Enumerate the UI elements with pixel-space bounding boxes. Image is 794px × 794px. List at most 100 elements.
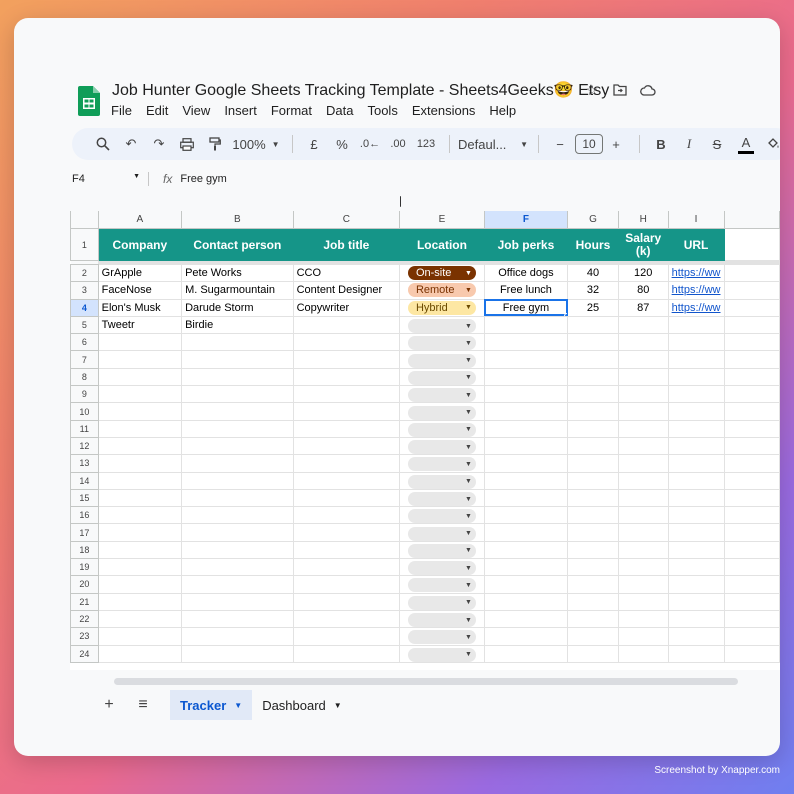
location-dropdown-chip[interactable]: Remote ▼ bbox=[407, 283, 476, 298]
empty-cell[interactable] bbox=[181, 540, 294, 560]
empty-cell[interactable] bbox=[292, 558, 401, 577]
empty-cell[interactable] bbox=[567, 558, 619, 577]
empty-cell[interactable] bbox=[667, 644, 725, 663]
location-dropdown-chip[interactable]: ▼ bbox=[407, 405, 476, 420]
location-cell[interactable]: ▼ bbox=[399, 540, 485, 560]
row-header[interactable]: 2 bbox=[70, 263, 99, 283]
location-dropdown-chip[interactable]: On-site ▼ bbox=[407, 266, 476, 281]
empty-cell[interactable] bbox=[617, 471, 669, 490]
empty-cell[interactable] bbox=[567, 506, 619, 525]
empty-cell[interactable] bbox=[667, 558, 725, 577]
menu-data[interactable]: Data bbox=[326, 103, 353, 118]
empty-cell[interactable] bbox=[97, 385, 183, 404]
empty-cell[interactable] bbox=[97, 350, 183, 369]
location-dropdown-chip[interactable]: Hybrid ▼ bbox=[407, 300, 476, 315]
sheets-logo-icon[interactable] bbox=[78, 86, 100, 116]
empty-cell[interactable] bbox=[292, 436, 401, 456]
empty-cell[interactable] bbox=[292, 367, 401, 387]
empty-cell[interactable] bbox=[181, 644, 294, 663]
empty-cell[interactable] bbox=[723, 385, 780, 404]
column-header-g[interactable]: G bbox=[567, 210, 619, 229]
hours-cell[interactable]: 25 bbox=[567, 298, 619, 317]
location-cell[interactable]: ▼ bbox=[399, 385, 485, 404]
empty-cell[interactable] bbox=[567, 402, 619, 421]
row-header[interactable]: 23 bbox=[70, 627, 99, 646]
empty-cell[interactable] bbox=[292, 488, 401, 508]
empty-cell[interactable] bbox=[483, 540, 569, 560]
empty-cell[interactable] bbox=[723, 419, 780, 438]
empty-cell[interactable] bbox=[723, 315, 780, 335]
empty-cell[interactable] bbox=[667, 419, 725, 438]
text-color-button[interactable]: A bbox=[738, 134, 754, 154]
menu-format[interactable]: Format bbox=[271, 103, 312, 118]
empty-cell[interactable] bbox=[483, 385, 569, 404]
company-cell[interactable]: Elon's Musk bbox=[97, 298, 183, 317]
font-size-input[interactable]: 10 bbox=[575, 134, 603, 154]
empty-cell[interactable] bbox=[181, 592, 294, 611]
empty-cell[interactable] bbox=[667, 436, 725, 456]
empty-cell[interactable] bbox=[181, 419, 294, 438]
header-url[interactable]: URL bbox=[667, 228, 725, 261]
search-menus-icon[interactable] bbox=[90, 132, 116, 156]
column-header-j[interactable] bbox=[723, 210, 780, 229]
empty-cell[interactable] bbox=[723, 558, 780, 577]
empty-cell[interactable] bbox=[723, 523, 780, 542]
spreadsheet-grid[interactable]: + A B C E F G H I 1 Company Contact pers… bbox=[70, 190, 780, 670]
empty-cell[interactable] bbox=[567, 644, 619, 663]
empty-cell[interactable] bbox=[723, 281, 780, 300]
row-header[interactable]: 11 bbox=[70, 419, 99, 438]
empty-cell[interactable] bbox=[617, 644, 669, 663]
empty-cell[interactable] bbox=[292, 402, 401, 421]
location-cell[interactable]: ▼ bbox=[399, 506, 485, 525]
empty-cell[interactable] bbox=[181, 402, 294, 421]
column-header-f[interactable]: F bbox=[483, 210, 569, 229]
empty-cell[interactable] bbox=[617, 333, 669, 352]
header-job-perks[interactable]: Job perks bbox=[483, 228, 569, 261]
currency-format-button[interactable]: £ bbox=[301, 132, 327, 156]
empty-cell[interactable] bbox=[181, 627, 294, 646]
empty-cell[interactable] bbox=[567, 333, 619, 352]
empty-cell[interactable] bbox=[292, 333, 401, 352]
empty-cell[interactable] bbox=[292, 385, 401, 404]
empty-cell[interactable] bbox=[97, 592, 183, 611]
location-cell[interactable]: ▼ bbox=[399, 436, 485, 456]
empty-cell[interactable] bbox=[181, 558, 294, 577]
url-link[interactable]: https://ww bbox=[667, 281, 725, 300]
empty-cell[interactable] bbox=[667, 609, 725, 629]
fill-handle[interactable] bbox=[564, 312, 567, 316]
contact-cell[interactable]: M. Sugarmountain bbox=[181, 281, 294, 300]
location-cell[interactable]: ▼ bbox=[399, 558, 485, 577]
row-header[interactable]: 4 bbox=[70, 298, 99, 317]
empty-cell[interactable] bbox=[97, 575, 183, 594]
empty-cell[interactable] bbox=[667, 350, 725, 369]
undo-icon[interactable]: ↶ bbox=[118, 132, 144, 156]
empty-cell[interactable] bbox=[667, 333, 725, 352]
empty-cell[interactable] bbox=[483, 644, 569, 663]
empty-cell[interactable] bbox=[723, 609, 780, 629]
empty-cell[interactable] bbox=[667, 367, 725, 387]
empty-cell[interactable] bbox=[483, 575, 569, 594]
url-link[interactable] bbox=[667, 315, 725, 335]
empty-cell[interactable] bbox=[181, 454, 294, 473]
empty-cell[interactable] bbox=[723, 436, 780, 456]
location-cell[interactable]: Hybrid ▼ bbox=[399, 298, 485, 317]
empty-cell[interactable] bbox=[292, 506, 401, 525]
expand-group-icon[interactable]: + bbox=[400, 195, 402, 207]
job-perks-cell[interactable] bbox=[483, 315, 569, 335]
empty-cell[interactable] bbox=[292, 644, 401, 663]
empty-cell[interactable] bbox=[181, 488, 294, 508]
url-link[interactable]: https://ww bbox=[667, 263, 725, 283]
job-title-cell[interactable]: CCO bbox=[292, 263, 401, 283]
empty-cell[interactable] bbox=[617, 592, 669, 611]
empty-cell[interactable] bbox=[483, 402, 569, 421]
location-dropdown-chip[interactable]: ▼ bbox=[407, 526, 476, 541]
cloud-status-icon[interactable] bbox=[640, 82, 656, 98]
empty-cell[interactable] bbox=[97, 436, 183, 456]
empty-cell[interactable] bbox=[567, 592, 619, 611]
strikethrough-icon[interactable]: S bbox=[704, 132, 730, 156]
empty-cell[interactable] bbox=[567, 540, 619, 560]
empty-cell[interactable] bbox=[483, 609, 569, 629]
empty-cell[interactable] bbox=[723, 402, 780, 421]
empty-cell[interactable] bbox=[667, 385, 725, 404]
company-cell[interactable]: FaceNose bbox=[97, 281, 183, 300]
